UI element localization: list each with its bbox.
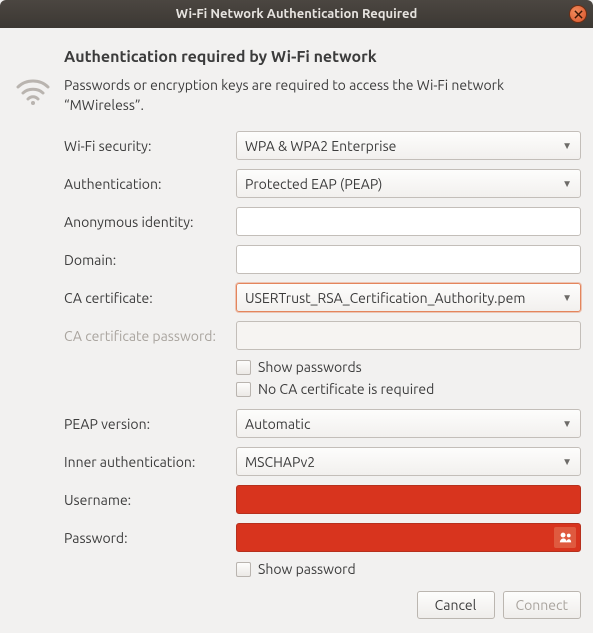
ca-certificate-value: USERTrust_RSA_Certification_Authority.pe… [245,290,525,306]
icon-column [10,46,58,619]
domain-input[interactable] [236,245,581,274]
wifi-security-select[interactable]: WPA & WPA2 Enterprise ▼ [236,131,581,160]
cancel-button[interactable]: Cancel [417,591,495,619]
inner-auth-value: MSCHAPv2 [245,454,315,470]
window-title: Wi-Fi Network Authentication Required [176,7,418,21]
cancel-button-label: Cancel [435,597,477,613]
button-row: Cancel Connect [64,591,581,619]
wifi-security-label: Wi-Fi security: [64,138,236,154]
ca-certificate-label: CA certificate: [64,290,236,306]
wifi-icon [16,79,50,105]
chevron-down-icon: ▼ [562,456,572,468]
show-passwords-checkbox[interactable] [236,360,251,375]
dialog-subtext: Passwords or encryption keys are require… [64,76,581,115]
close-button[interactable] [569,5,587,23]
connect-button-label: Connect [516,597,569,613]
connect-button: Connect [503,591,582,619]
show-password-checkbox[interactable] [236,562,251,577]
close-icon [574,10,583,19]
authentication-value: Protected EAP (PEAP) [245,176,382,192]
no-ca-required-label[interactable]: No CA certificate is required [258,381,434,397]
show-passwords-label[interactable]: Show passwords [258,359,362,375]
username-input[interactable] [236,485,581,514]
anonymous-identity-label: Anonymous identity: [64,214,236,230]
anonymous-identity-input[interactable] [236,207,581,236]
ca-cert-password-input [236,321,581,350]
auth-form: Wi-Fi security: WPA & WPA2 Enterprise ▼ … [64,131,581,619]
password-label: Password: [64,530,236,546]
peap-version-value: Automatic [245,416,310,432]
inner-auth-label: Inner authentication: [64,454,236,470]
show-password-label[interactable]: Show password [258,561,356,577]
peap-version-select[interactable]: Automatic ▼ [236,409,581,438]
password-input[interactable] [236,523,581,552]
ca-certificate-select[interactable]: USERTrust_RSA_Certification_Authority.pe… [236,283,581,312]
chevron-down-icon: ▼ [562,418,572,430]
username-label: Username: [64,492,236,508]
wifi-security-value: WPA & WPA2 Enterprise [245,138,396,154]
domain-label: Domain: [64,252,236,268]
inner-auth-select[interactable]: MSCHAPv2 ▼ [236,447,581,476]
titlebar: Wi-Fi Network Authentication Required [0,0,593,28]
no-ca-required-checkbox[interactable] [236,382,251,397]
dialog-heading: Authentication required by Wi-Fi network [64,48,581,66]
chevron-down-icon: ▼ [562,140,572,152]
authentication-label: Authentication: [64,176,236,192]
credentials-icon[interactable] [554,527,576,548]
chevron-down-icon: ▼ [562,292,572,304]
main-column: Authentication required by Wi-Fi network… [58,46,581,619]
authentication-select[interactable]: Protected EAP (PEAP) ▼ [236,169,581,198]
chevron-down-icon: ▼ [562,178,572,190]
dialog-body: Authentication required by Wi-Fi network… [0,28,593,633]
ca-cert-password-label: CA certificate password: [64,328,236,344]
peap-version-label: PEAP version: [64,416,236,432]
